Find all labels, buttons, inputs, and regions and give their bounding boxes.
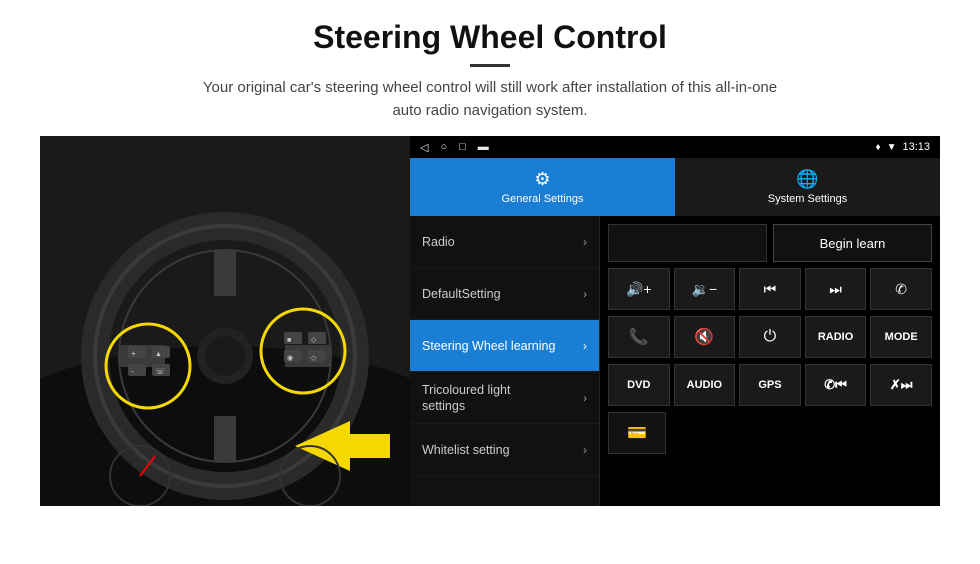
content-area: + - ▲ ☏ ■ ◉ ◇ ◇: [40, 136, 940, 506]
audio-button[interactable]: AUDIO: [674, 364, 736, 406]
globe-icon: 🌐: [796, 169, 818, 190]
menu-list: Radio › DefaultSetting › Steering Wheel …: [410, 216, 600, 506]
panel-row-1: Begin learn: [608, 224, 932, 262]
next-track-button[interactable]: ⏭: [805, 268, 867, 310]
clock: 13:13: [902, 141, 930, 153]
menu-item-tricoloured[interactable]: Tricoloured lightsettings ›: [410, 372, 599, 424]
begin-learn-button[interactable]: Begin learn: [773, 224, 932, 262]
menu-nav-icon[interactable]: ▬: [478, 141, 489, 154]
card-button[interactable]: 💳: [608, 412, 666, 454]
tab-system-settings[interactable]: 🌐 System Settings: [675, 158, 940, 216]
car-image: + - ▲ ☏ ■ ◉ ◇ ◇: [40, 136, 410, 506]
nav-icons: ◁ ○ □ ▬: [420, 141, 489, 154]
svg-text:◇: ◇: [311, 355, 317, 362]
gps-icon: ♦: [875, 142, 880, 153]
mode-button[interactable]: MODE: [870, 316, 932, 358]
prev-track-button[interactable]: ⏮: [739, 268, 801, 310]
gear-icon: ⚙: [534, 169, 550, 190]
wifi-icon: ▼: [887, 142, 897, 153]
svg-text:▲: ▲: [155, 351, 162, 358]
volume-down-button[interactable]: 🔉−: [674, 268, 736, 310]
status-right: ♦ ▼ 13:13: [875, 141, 930, 153]
title-divider: [470, 64, 510, 67]
menu-item-steering-wheel[interactable]: Steering Wheel learning ›: [410, 320, 599, 372]
dvd-button[interactable]: DVD: [608, 364, 670, 406]
ctrl-row-5: 💳: [608, 412, 932, 454]
page-title: Steering Wheel Control: [40, 18, 940, 56]
svg-text:+: +: [131, 349, 136, 358]
svg-text:◉: ◉: [287, 355, 293, 362]
tab-general-settings[interactable]: ⚙ General Settings: [410, 158, 675, 216]
home-nav-icon[interactable]: ○: [440, 141, 447, 154]
phone-prev-button[interactable]: ✆⏮: [805, 364, 867, 406]
skip-next-button[interactable]: ✗⏭: [870, 364, 932, 406]
menu-item-radio[interactable]: Radio ›: [410, 216, 599, 268]
page-container: Steering Wheel Control Your original car…: [0, 0, 980, 516]
chevron-right-icon: ›: [583, 391, 587, 405]
main-content: Radio › DefaultSetting › Steering Wheel …: [410, 216, 940, 506]
svg-text:-: -: [131, 367, 134, 376]
page-subtitle: Your original car's steering wheel contr…: [40, 77, 940, 122]
mute-button[interactable]: 🔇: [674, 316, 736, 358]
ctrl-row-4: DVD AUDIO GPS ✆⏮ ✗⏭: [608, 364, 932, 406]
chevron-right-icon: ›: [583, 443, 587, 457]
power-button[interactable]: ⏻: [739, 316, 801, 358]
phone-button[interactable]: ✆: [870, 268, 932, 310]
answer-call-button[interactable]: 📞: [608, 316, 670, 358]
recents-nav-icon[interactable]: □: [459, 141, 466, 154]
svg-text:◇: ◇: [311, 337, 317, 344]
tab-bar: ⚙ General Settings 🌐 System Settings: [410, 158, 940, 216]
title-section: Steering Wheel Control Your original car…: [40, 18, 940, 122]
ctrl-row-3: 📞 🔇 ⏻ RADIO MODE: [608, 316, 932, 358]
chevron-right-icon: ›: [583, 235, 587, 249]
chevron-right-icon: ›: [583, 287, 587, 301]
chevron-right-icon: ›: [583, 339, 587, 353]
volume-up-button[interactable]: 🔊+: [608, 268, 670, 310]
svg-text:☏: ☏: [155, 367, 165, 376]
blank-input-box: [608, 224, 767, 262]
menu-item-default-setting[interactable]: DefaultSetting ›: [410, 268, 599, 320]
status-bar: ◁ ○ □ ▬ ♦ ▼ 13:13: [410, 136, 940, 158]
content-panel: Begin learn 🔊+ 🔉− ⏮ ⏭ ✆ 📞 🔇 ⏻: [600, 216, 940, 506]
radio-button[interactable]: RADIO: [805, 316, 867, 358]
gps-button[interactable]: GPS: [739, 364, 801, 406]
back-nav-icon[interactable]: ◁: [420, 141, 428, 154]
ctrl-row-2: 🔊+ 🔉− ⏮ ⏭ ✆: [608, 268, 932, 310]
android-ui: ◁ ○ □ ▬ ♦ ▼ 13:13 ⚙ General Settings: [410, 136, 940, 506]
svg-text:■: ■: [287, 337, 291, 344]
menu-item-whitelist[interactable]: Whitelist setting ›: [410, 424, 599, 476]
